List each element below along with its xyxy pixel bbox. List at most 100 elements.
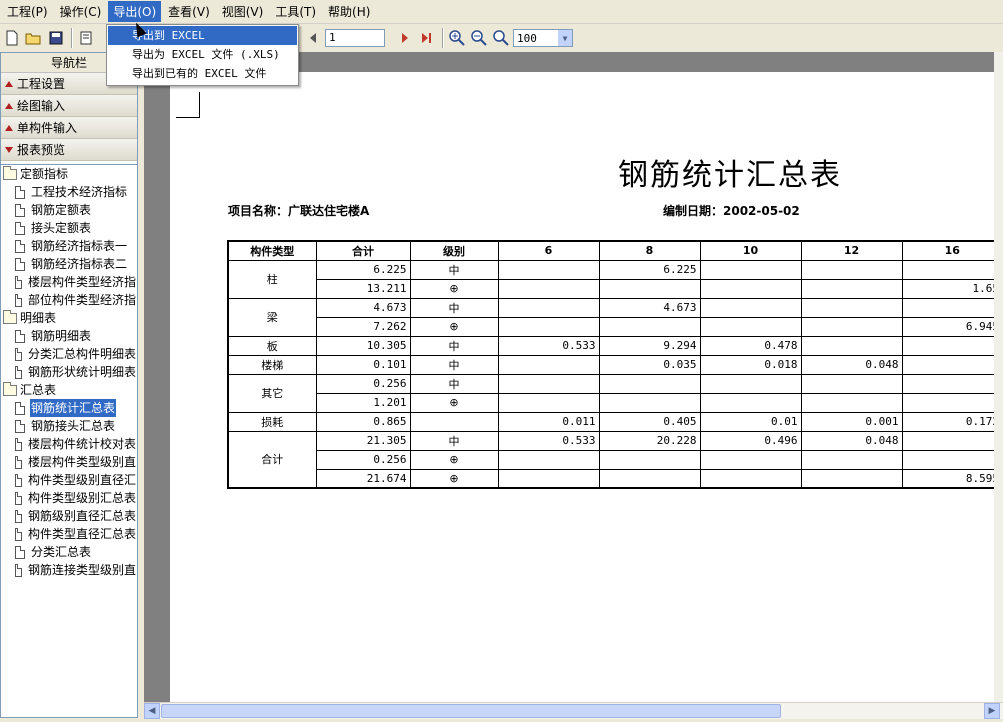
zoom-fit-icon[interactable]	[491, 28, 511, 48]
print-icon[interactable]	[76, 28, 96, 48]
table-row: 1.201 ⊕	[228, 392, 1003, 413]
save-icon[interactable]	[46, 28, 66, 48]
page-number-input[interactable]: 1	[325, 29, 385, 47]
tree-item-label: 楼层构件类型经济指	[27, 275, 136, 289]
grade-cell: ⊕	[409, 449, 499, 470]
report-preview-area: 钢筋统计汇总表 项目名称：广联达住宅楼A 编制日期：2002-05-02 构件类…	[144, 52, 1003, 707]
tree-item[interactable]: 钢筋级别直径汇总表	[1, 507, 137, 525]
value-cell	[497, 316, 600, 337]
document-icon	[15, 491, 22, 505]
tree-item[interactable]: 钢筋接头汇总表	[1, 417, 137, 435]
tree-folder[interactable]: 汇总表	[1, 381, 137, 399]
tree-item[interactable]: 构件类型直径汇总表	[1, 525, 137, 543]
tree-item[interactable]: 分类汇总表	[1, 543, 137, 561]
horizontal-scrollbar[interactable]: ◀ ▶	[144, 702, 1003, 719]
navigation-panel: 导航栏 工程设置 绘图输入 单构件输入 报表预览 定额指标 工程技术经济指标 钢筋定…	[0, 52, 138, 718]
zoom-select[interactable]: 100 ▼	[513, 29, 573, 47]
menu-project[interactable]: 工程(P)	[2, 1, 53, 22]
menu-help[interactable]: 帮助(H)	[323, 1, 375, 22]
value-cell: 10.305	[315, 335, 411, 356]
value-cell	[497, 354, 600, 375]
value-cell	[497, 278, 600, 299]
value-cell: 0.018	[699, 354, 802, 375]
menu-window-view[interactable]: 视图(V)	[217, 1, 269, 22]
tree-item[interactable]: 钢筋统计汇总表	[1, 399, 137, 417]
grade-cell: ⊕	[409, 278, 499, 299]
zoom-out-icon[interactable]	[469, 28, 489, 48]
menu-tools[interactable]: 工具(T)	[270, 1, 321, 22]
tree-item[interactable]: 工程技术经济指标	[1, 183, 137, 201]
tree-item[interactable]: 构件类型级别汇总表	[1, 489, 137, 507]
column-header: 合计	[315, 240, 411, 261]
value-cell	[598, 316, 701, 337]
tree-item-label: 接头定额表	[31, 221, 92, 235]
value-cell	[699, 316, 802, 337]
toolbar-separator	[71, 28, 73, 48]
last-page-icon[interactable]	[417, 28, 437, 48]
table-row: 梁 4.673 中 4.673	[227, 297, 1003, 337]
column-header: 10	[699, 240, 802, 261]
scrollbar-thumb[interactable]	[161, 704, 781, 718]
tree-item[interactable]: 钢筋连接类型级别直	[1, 561, 137, 579]
tree-item[interactable]: 接头定额表	[1, 219, 137, 237]
value-cell: 0.496	[699, 430, 802, 451]
tree-item[interactable]: 钢筋经济指标表一	[1, 237, 137, 255]
value-cell	[598, 278, 701, 299]
chevron-down-icon[interactable]: ▼	[558, 30, 572, 46]
value-cell: 9.294	[598, 335, 701, 356]
tree-item-label: 钢筋形状统计明细表	[27, 365, 136, 379]
menu-view[interactable]: 查看(V)	[163, 1, 215, 22]
category-cell: 梁	[227, 297, 317, 337]
value-cell	[901, 449, 1003, 470]
tree-item[interactable]: 钢筋明细表	[1, 327, 137, 345]
grade-cell: ⊕	[409, 316, 499, 337]
next-page-icon[interactable]	[395, 28, 415, 48]
tree-item[interactable]: 钢筋形状统计明细表	[1, 363, 137, 381]
export-to-existing-excel-item[interactable]: 导出到已有的 EXCEL 文件	[108, 64, 297, 83]
column-header: 级别	[409, 240, 499, 261]
tree-item[interactable]: 钢筋经济指标表二	[1, 255, 137, 273]
new-file-icon[interactable]	[2, 28, 22, 48]
nav-section-label: 单构件输入	[17, 120, 78, 135]
zoom-in-icon[interactable]	[447, 28, 467, 48]
document-icon	[15, 221, 25, 235]
document-icon	[15, 473, 22, 487]
tree-item[interactable]: 楼层构件统计校对表	[1, 435, 137, 453]
tree-folder[interactable]: 明细表	[1, 309, 137, 327]
tree-item[interactable]: 钢筋定额表	[1, 201, 137, 219]
menu-operate[interactable]: 操作(C)	[55, 1, 107, 22]
menu-export[interactable]: 导出(O)	[108, 1, 162, 22]
scroll-left-icon[interactable]: ◀	[144, 703, 160, 719]
tree-item[interactable]: 分类汇总构件明细表	[1, 345, 137, 363]
table-row: 损耗 0.865 0.011 0.405 0.01 0.001 0.172	[227, 411, 1003, 432]
tree-item-label: 钢筋经济指标表二	[31, 257, 128, 271]
tree-item[interactable]: 楼层构件类型经济指	[1, 273, 137, 291]
open-folder-icon[interactable]	[24, 28, 44, 48]
report-table: 构件类型 合计 级别 6 8 10 12 16 柱 6.225 中 6.225 13.211 ⊕ 1.65 梁…	[227, 240, 1003, 489]
nav-section-drawing-input[interactable]: 绘图输入	[1, 95, 137, 117]
value-cell: 0.533	[497, 430, 600, 451]
tree-item[interactable]: 部位构件类型经济指	[1, 291, 137, 309]
document-icon	[15, 527, 22, 541]
tree-folder[interactable]: 定额指标	[1, 165, 137, 183]
value-cell: 7.262	[315, 316, 411, 337]
folder-icon	[3, 381, 17, 396]
tree-item[interactable]: 楼层构件类型级别直	[1, 453, 137, 471]
value-cell: 0.478	[699, 335, 802, 356]
value-cell	[800, 449, 903, 470]
value-cell: 21.674	[315, 468, 411, 489]
nav-section-single-member-input[interactable]: 单构件输入	[1, 117, 137, 139]
value-cell	[699, 392, 802, 413]
export-as-xls-item[interactable]: 导出为 EXCEL 文件 (.XLS)	[108, 45, 297, 64]
vertical-scrollbar[interactable]	[994, 52, 1003, 702]
value-cell	[800, 468, 903, 489]
nav-section-report-preview[interactable]: 报表预览	[1, 139, 137, 161]
prev-page-icon[interactable]	[303, 28, 323, 48]
value-cell	[497, 468, 600, 489]
scroll-right-icon[interactable]: ▶	[984, 703, 1000, 719]
document-icon	[15, 365, 22, 379]
tree-item[interactable]: 构件类型级别直径汇	[1, 471, 137, 489]
grade-cell: 中	[409, 430, 499, 451]
document-icon	[15, 239, 25, 253]
tree-item-label: 楼层构件类型级别直	[27, 455, 136, 469]
